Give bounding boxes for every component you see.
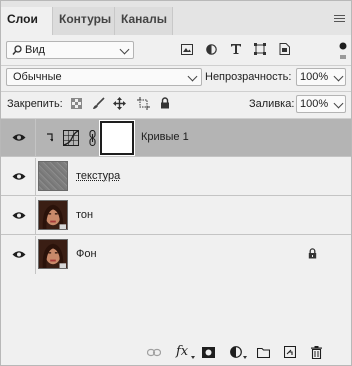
fill-value: 100% — [300, 98, 329, 110]
add-mask-icon[interactable] — [202, 347, 215, 358]
blend-mode-select[interactable]: Обычные — [6, 68, 202, 86]
layer-row-texture[interactable]: текстура — [1, 158, 351, 196]
new-adjustment-layer-icon[interactable] — [230, 346, 242, 358]
layer-thumbnail[interactable] — [38, 161, 68, 191]
lock-icon[interactable] — [308, 248, 317, 259]
blend-mode-value: Обычные — [13, 71, 62, 83]
curves-adjustment-icon — [63, 130, 79, 146]
tab-bar: Слои Контуры Каналы — [1, 1, 351, 35]
portrait-thumbnail[interactable] — [38, 239, 68, 269]
chevron-down-icon — [187, 71, 198, 82]
divider — [1, 91, 351, 92]
filter-kind-value: Вид — [25, 44, 45, 56]
layer-row-tone[interactable]: тон — [1, 197, 351, 235]
layer-mask-thumbnail[interactable] — [99, 120, 135, 156]
lock-position-icon[interactable] — [113, 97, 126, 110]
filter-adjustment-icon[interactable] — [206, 44, 217, 55]
eye-icon[interactable] — [12, 250, 26, 259]
new-layer-icon[interactable] — [284, 346, 296, 358]
tab-channels[interactable]: Каналы — [115, 7, 173, 35]
tab-paths-label: Контуры — [59, 12, 112, 26]
divider — [35, 119, 36, 157]
filter-type-icon[interactable] — [230, 43, 242, 55]
layer-row-background[interactable]: Фон — [1, 236, 351, 274]
chevron-down-icon — [119, 44, 130, 55]
lock-all-icon[interactable] — [160, 97, 170, 109]
layer-name: текстура — [76, 170, 121, 182]
lock-label: Закрепить: — [7, 98, 63, 110]
filter-pixel-icon[interactable] — [181, 44, 193, 55]
filter-toggle-icon[interactable] — [338, 42, 348, 61]
fill-label: Заливка: — [249, 98, 295, 110]
eye-icon[interactable] — [12, 211, 26, 220]
divider — [35, 236, 36, 274]
layer-name: Фон — [76, 248, 97, 260]
eye-icon[interactable] — [12, 172, 26, 181]
tab-channels-label: Каналы — [121, 12, 167, 26]
divider — [1, 65, 351, 66]
lock-image-pixels-icon[interactable] — [92, 97, 105, 110]
dropdown-triangle-icon — [243, 356, 247, 359]
link-icon[interactable] — [89, 130, 96, 146]
fill-input[interactable]: 100% — [296, 95, 346, 113]
divider — [35, 197, 36, 235]
chevron-down-icon — [333, 71, 344, 82]
divider — [35, 158, 36, 196]
lock-transparent-pixels-icon[interactable] — [71, 98, 82, 109]
portrait-thumbnail[interactable] — [38, 200, 68, 230]
opacity-input[interactable]: 100% — [296, 68, 346, 86]
chevron-down-icon — [333, 98, 344, 109]
filter-shape-icon[interactable] — [254, 43, 266, 55]
tab-layers[interactable]: Слои — [1, 7, 53, 35]
layer-name: тон — [76, 209, 94, 221]
tab-layers-label: Слои — [7, 12, 38, 26]
tab-paths[interactable]: Контуры — [53, 7, 115, 35]
lock-artboard-icon[interactable] — [137, 97, 150, 110]
opacity-label: Непрозрачность: — [205, 71, 292, 83]
trash-icon[interactable] — [311, 346, 322, 359]
dropdown-triangle-icon — [191, 356, 195, 359]
eye-icon[interactable] — [12, 133, 26, 142]
filter-kind-select[interactable]: Вид — [6, 41, 134, 59]
opacity-value: 100% — [300, 71, 329, 83]
layers-list: Кривые 1 текстура тон Фон — [1, 119, 351, 277]
layer-style-fx-button[interactable]: fx — [176, 344, 188, 359]
bottom-toolbar: fx — [1, 339, 351, 365]
filter-smart-object-icon[interactable] — [279, 43, 290, 55]
layers-panel: Слои Контуры Каналы Вид Обычные Непрозра… — [0, 0, 352, 366]
layer-row-curves[interactable]: Кривые 1 — [1, 119, 351, 157]
new-group-folder-icon[interactable] — [257, 347, 270, 358]
link-layers-icon[interactable] — [147, 348, 161, 357]
clipping-arrow-icon — [47, 133, 53, 142]
panel-menu-icon[interactable] — [334, 15, 345, 23]
search-icon — [12, 45, 22, 55]
layer-name: Кривые 1 — [141, 131, 189, 143]
